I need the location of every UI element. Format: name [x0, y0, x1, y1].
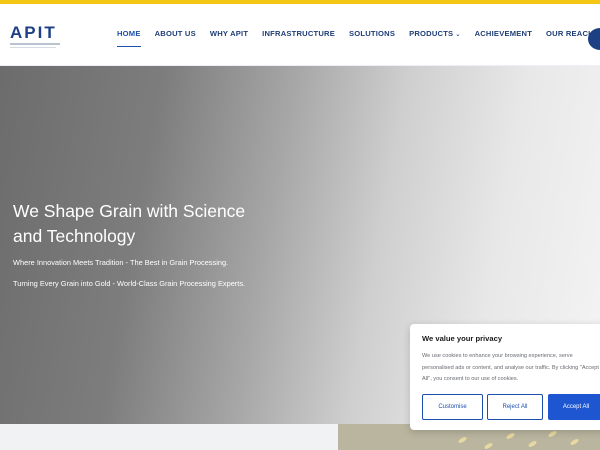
logo-wordmark: APIT [10, 23, 57, 42]
nav-item-products-label: PRODUCTS [409, 29, 454, 38]
accept-all-button[interactable]: Accept All [548, 394, 600, 420]
nav-item-about-us[interactable]: ABOUT US [155, 29, 196, 43]
next-section-left [0, 424, 338, 450]
grain-shape [505, 432, 516, 440]
hero-title-line-2: and Technology [13, 226, 136, 246]
logo-tagline-mark-2 [10, 47, 56, 48]
logo-tagline-mark [10, 43, 60, 45]
cookie-banner-title: We value your privacy [422, 334, 503, 343]
main-nav: HOME ABOUT US WHY APIT INFRASTRUCTURE SO… [117, 29, 594, 47]
cookie-banner-body: We use cookies to enhance your browsing … [422, 353, 599, 383]
hero-tagline-1: Where Innovation Meets Tradition - The B… [13, 258, 229, 267]
reject-all-button[interactable]: Reject All [487, 394, 543, 420]
nav-item-products[interactable]: PRODUCTS ⌄ [409, 29, 460, 43]
hero-tagline-2: Turning Every Grain into Gold - World-Cl… [13, 279, 246, 288]
cookie-consent-banner: We value your privacy We use cookies to … [410, 324, 600, 430]
nav-item-infrastructure[interactable]: INFRASTRUCTURE [262, 29, 335, 43]
grain-shape [457, 436, 468, 444]
site-logo[interactable]: APIT [10, 24, 62, 50]
nav-item-solutions[interactable]: SOLUTIONS [349, 29, 395, 43]
grain-shape [483, 442, 494, 450]
nav-item-our-reach[interactable]: OUR REACH [546, 29, 594, 43]
chevron-down-icon: ⌄ [455, 32, 461, 38]
hero-title-line-1: We Shape Grain with Science [13, 201, 246, 221]
grain-shape [547, 430, 558, 438]
grain-shape [569, 438, 580, 446]
customise-button[interactable]: Customise [422, 394, 483, 420]
site-header: APIT HOME ABOUT US WHY APIT INFRASTRUCTU… [0, 4, 600, 66]
grain-shape [527, 440, 538, 448]
nav-item-why-apit[interactable]: WHY APIT [210, 29, 248, 43]
nav-item-achievement[interactable]: ACHIEVEMENT [475, 29, 532, 43]
hero-title: We Shape Grain with Science and Technolo… [13, 199, 273, 249]
nav-item-home[interactable]: HOME [117, 29, 141, 47]
header-action-button[interactable] [588, 28, 600, 50]
